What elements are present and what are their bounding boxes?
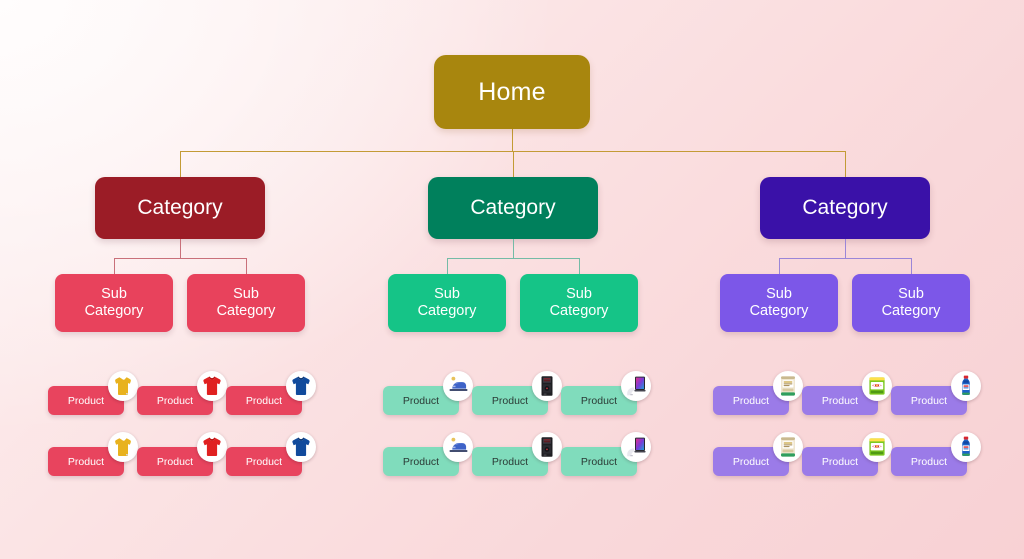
- product-node-label: Product: [821, 394, 859, 407]
- subcategory-label-line2: Category: [749, 303, 809, 319]
- product-node-1-3[interactable]: Product: [226, 371, 316, 415]
- laptop-device-icon: [621, 371, 651, 401]
- black-pc-tower-icon: [532, 432, 562, 462]
- connector-category-3-stem: [845, 239, 846, 258]
- connector-home-to-category-2: [513, 151, 514, 177]
- category-node-3[interactable]: Category: [760, 177, 930, 239]
- snack-bag-package-icon: [773, 432, 803, 462]
- blue-detergent-bottle-icon: [951, 432, 981, 462]
- snack-bag-package-icon: [773, 371, 803, 401]
- product-node-label: Product: [402, 394, 440, 407]
- connector-category-2-bus: [447, 258, 579, 259]
- subcategory-label-line1: Sub: [101, 286, 127, 303]
- product-node-3-4[interactable]: Product: [713, 432, 803, 476]
- product-node-label: Product: [732, 455, 770, 468]
- connector-category-2-stem: [513, 239, 514, 258]
- category-node-label: Category: [470, 195, 556, 219]
- green-food-package-icon: [862, 371, 892, 401]
- subcategory-label-line1: Sub: [233, 286, 259, 303]
- connector-category-1-stem: [180, 239, 181, 258]
- subcategory-label-line2: Category: [417, 303, 477, 319]
- product-node-2-1[interactable]: Product: [383, 371, 473, 415]
- hierarchy-diagram-canvas: Home Category Sub Category Sub Category Produc…: [0, 0, 1024, 559]
- connector-category-1-bus: [114, 258, 246, 259]
- connector-home-to-category-1: [180, 151, 181, 177]
- red-tshirt-icon: [197, 432, 227, 462]
- blue-tshirt-icon: [286, 432, 316, 462]
- product-node-label: Product: [156, 394, 194, 407]
- red-tshirt-icon: [197, 371, 227, 401]
- product-node-3-2[interactable]: Product: [802, 371, 892, 415]
- product-node-label: Product: [245, 394, 283, 407]
- yellow-polo-shirt-icon: [108, 371, 138, 401]
- black-pc-tower-icon: [532, 371, 562, 401]
- subcategory-label-line1: Sub: [898, 286, 924, 303]
- product-node-2-2[interactable]: Product: [472, 371, 562, 415]
- product-node-label: Product: [732, 394, 770, 407]
- product-node-label: Product: [67, 455, 105, 468]
- product-node-label: Product: [491, 455, 529, 468]
- product-node-3-5[interactable]: Product: [802, 432, 892, 476]
- connector-subcategory-1-2: [246, 258, 247, 274]
- blue-tshirt-icon: [286, 371, 316, 401]
- product-node-2-5[interactable]: Product: [472, 432, 562, 476]
- home-node-label: Home: [478, 77, 546, 106]
- subcategory-node-2-1[interactable]: Sub Category: [388, 274, 506, 332]
- subcategory-label-line1: Sub: [766, 286, 792, 303]
- product-node-1-5[interactable]: Product: [137, 432, 227, 476]
- product-node-2-6[interactable]: Product: [561, 432, 651, 476]
- product-node-2-4[interactable]: Product: [383, 432, 473, 476]
- connector-home-to-category-3: [845, 151, 846, 177]
- connector-subcategory-3-2: [911, 258, 912, 274]
- subcategory-node-1-2[interactable]: Sub Category: [187, 274, 305, 332]
- category-node-1[interactable]: Category: [95, 177, 265, 239]
- product-node-label: Product: [910, 455, 948, 468]
- product-node-label: Product: [402, 455, 440, 468]
- product-node-label: Product: [156, 455, 194, 468]
- product-node-label: Product: [245, 455, 283, 468]
- product-node-label: Product: [910, 394, 948, 407]
- connector-home-trunk: [512, 129, 513, 151]
- product-node-3-3[interactable]: Product: [891, 371, 981, 415]
- connector-subcategory-2-2: [579, 258, 580, 274]
- product-node-1-4[interactable]: Product: [48, 432, 138, 476]
- product-node-label: Product: [580, 455, 618, 468]
- yellow-polo-shirt-icon: [108, 432, 138, 462]
- product-node-2-3[interactable]: Product: [561, 371, 651, 415]
- blue-detergent-bottle-icon: [951, 371, 981, 401]
- clothes-iron-icon: [443, 432, 473, 462]
- subcategory-label-line2: Category: [216, 303, 276, 319]
- category-node-label: Category: [802, 195, 888, 219]
- subcategory-label-line2: Category: [84, 303, 144, 319]
- connector-subcategory-2-1: [447, 258, 448, 274]
- subcategory-label-line2: Category: [549, 303, 609, 319]
- subcategory-node-3-2[interactable]: Sub Category: [852, 274, 970, 332]
- home-node[interactable]: Home: [434, 55, 590, 129]
- subcategory-node-2-2[interactable]: Sub Category: [520, 274, 638, 332]
- subcategory-label-line2: Category: [881, 303, 941, 319]
- product-node-1-2[interactable]: Product: [137, 371, 227, 415]
- subcategory-label-line1: Sub: [434, 286, 460, 303]
- subcategory-label-line1: Sub: [566, 286, 592, 303]
- product-node-label: Product: [580, 394, 618, 407]
- subcategory-node-3-1[interactable]: Sub Category: [720, 274, 838, 332]
- category-node-label: Category: [137, 195, 223, 219]
- product-node-1-6[interactable]: Product: [226, 432, 316, 476]
- connector-category-3-bus: [779, 258, 911, 259]
- connector-subcategory-1-1: [114, 258, 115, 274]
- product-node-1-1[interactable]: Product: [48, 371, 138, 415]
- product-node-label: Product: [821, 455, 859, 468]
- green-food-package-icon: [862, 432, 892, 462]
- product-node-label: Product: [67, 394, 105, 407]
- product-node-label: Product: [491, 394, 529, 407]
- clothes-iron-icon: [443, 371, 473, 401]
- category-node-2[interactable]: Category: [428, 177, 598, 239]
- subcategory-node-1-1[interactable]: Sub Category: [55, 274, 173, 332]
- product-node-3-6[interactable]: Product: [891, 432, 981, 476]
- product-node-3-1[interactable]: Product: [713, 371, 803, 415]
- connector-subcategory-3-1: [779, 258, 780, 274]
- laptop-device-icon: [621, 432, 651, 462]
